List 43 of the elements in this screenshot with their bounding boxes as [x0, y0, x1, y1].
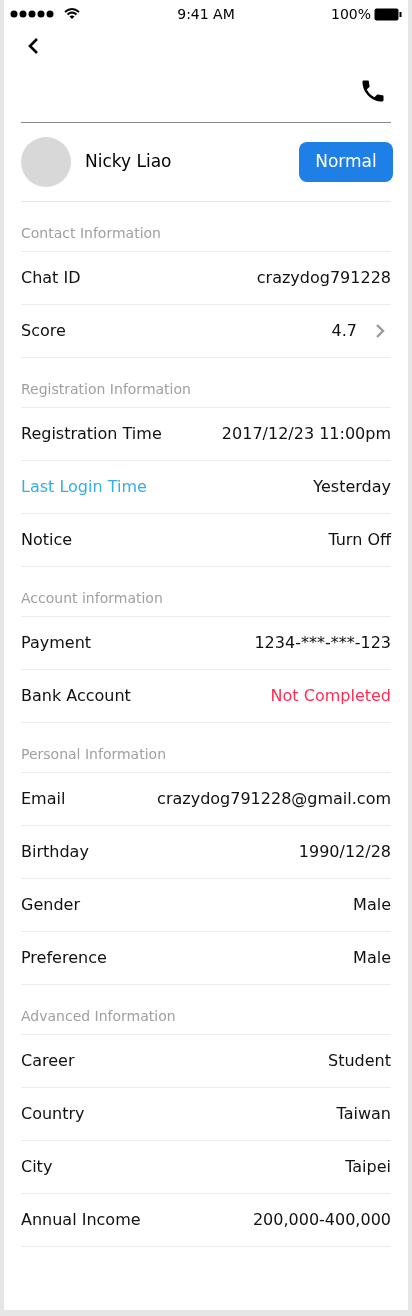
row-value: crazydog791228@gmail.com [157, 788, 391, 810]
row-label: Registration Time [21, 423, 162, 445]
row-value: 4.7 [331, 320, 357, 342]
avatar [21, 137, 71, 187]
row-value: Not Completed [270, 685, 391, 707]
row-value: Turn Off [328, 529, 391, 551]
row-value: Taipei [345, 1156, 391, 1178]
status-button[interactable]: Normal [299, 142, 393, 182]
row-label: Country [21, 1103, 85, 1125]
row-value: Male [353, 894, 391, 916]
row-label: City [21, 1156, 53, 1178]
row-label: Gender [21, 894, 80, 916]
section-header: Registration Information [21, 380, 191, 399]
battery-icon [374, 7, 402, 21]
row-label: Annual Income [21, 1209, 141, 1231]
section-header: Contact Information [21, 224, 161, 243]
row-value: Yesterday [313, 476, 391, 498]
row-label: Bank Account [21, 685, 131, 707]
row-label: Birthday [21, 841, 89, 863]
row-label: Payment [21, 632, 92, 654]
row-label: Notice [21, 529, 73, 551]
row-label: Last Login Time [21, 476, 147, 498]
row-value: crazydog791228 [256, 267, 391, 289]
row-label: Chat ID [21, 267, 81, 289]
row-value: Student [328, 1050, 391, 1072]
section-header: Advanced Information [21, 1007, 176, 1026]
section-header: Personal Information [21, 745, 166, 764]
chevron-icon[interactable] [375, 323, 385, 339]
row-value: 2017/12/23 11:00pm [221, 423, 391, 445]
row-label: Score [21, 320, 66, 342]
wifi-icon [64, 8, 80, 20]
row-value: 200,000-400,000 [252, 1209, 391, 1231]
row-label: Career [21, 1050, 75, 1072]
row-value: Male [353, 947, 391, 969]
section-header: Account information [21, 589, 163, 608]
profile-name: Nicky Liao [85, 150, 173, 174]
row-label: Preference [21, 947, 107, 969]
battery-percent: 100% [330, 4, 371, 24]
row-value: 1234-***-***-123 [254, 632, 391, 654]
row-label: Email [21, 788, 66, 810]
row-value: 1990/12/28 [298, 841, 391, 863]
row-value: Taiwan [336, 1103, 391, 1125]
status-time: 9:41 AM [177, 4, 235, 24]
